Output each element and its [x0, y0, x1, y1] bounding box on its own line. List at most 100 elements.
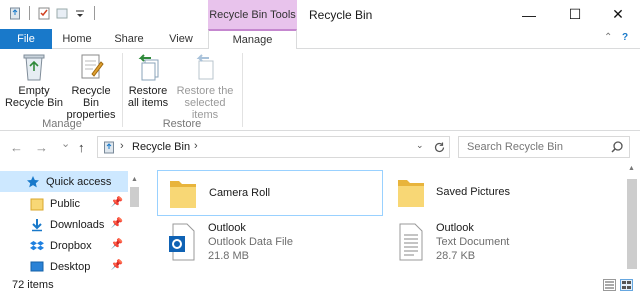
file-name: Outlook: [436, 222, 474, 234]
restore-group-label: Restore: [162, 118, 202, 130]
text-document-icon: [399, 223, 423, 261]
manage-group-label: Manage: [42, 118, 82, 130]
nav-item-public[interactable]: Public 📌: [0, 193, 128, 214]
empty-recycle-bin-label: Recycle Bin: [4, 97, 64, 109]
tab-file[interactable]: File: [0, 29, 52, 49]
pin-icon: 📌: [110, 260, 123, 271]
breadcrumb-separator[interactable]: ›: [194, 140, 198, 152]
file-details: Outlook Text Document 28.7 KB: [436, 221, 509, 263]
nav-label: Downloads: [50, 218, 105, 231]
file-type: Outlook Data File: [208, 236, 293, 248]
file-list: Camera Roll Saved Pictures Outlook Outlo…: [148, 163, 626, 276]
item-count: 72 items: [12, 279, 54, 291]
search-icon[interactable]: [610, 140, 624, 154]
large-icons-view-button[interactable]: [620, 279, 633, 291]
desktop-icon: [30, 261, 44, 271]
properties-icon: [81, 54, 104, 79]
file-item-outlook-text[interactable]: Outlook Text Document 28.7 KB: [387, 220, 613, 270]
pin-icon: 📌: [110, 197, 123, 208]
nav-label: Dropbox: [50, 239, 92, 252]
nav-label: Quick access: [46, 175, 112, 188]
maximize-button[interactable]: ☐: [553, 0, 597, 29]
outlook-file-icon: [169, 223, 195, 261]
close-button[interactable]: ✕: [596, 0, 640, 29]
file-type: Text Document: [436, 236, 510, 248]
dropbox-icon: [30, 240, 44, 250]
folder-icon: [170, 181, 196, 208]
ribbon: Empty Recycle Bin Recycle Bin properties…: [0, 49, 640, 131]
file-item-outlook-data[interactable]: Outlook Outlook Data File 21.8 MB: [157, 220, 383, 270]
quick-access-toolbar: [8, 6, 98, 20]
refresh-icon[interactable]: [433, 141, 446, 154]
minimize-icon: —: [522, 6, 536, 23]
toolbar-divider: [94, 6, 95, 20]
nav-item-dropbox[interactable]: Dropbox 📌: [0, 235, 128, 256]
file-size: 28.7 KB: [436, 250, 476, 262]
address-bar[interactable]: › Recycle Bin › ⌄: [97, 136, 450, 158]
recycle-bin-icon[interactable]: [8, 6, 22, 20]
recycle-bin-properties-button[interactable]: Recycle Bin properties: [62, 52, 120, 121]
breadcrumb-recycle-bin[interactable]: Recycle Bin: [132, 141, 190, 153]
nav-item-quick-access[interactable]: Quick access: [0, 171, 128, 192]
nav-item-downloads[interactable]: Downloads 📌: [0, 214, 128, 235]
tiles-view-icon: [622, 281, 631, 289]
scroll-up-icon[interactable]: ▲: [131, 176, 138, 183]
address-history-icon[interactable]: ⌄: [416, 140, 424, 151]
nav-item-desktop[interactable]: Desktop 📌: [0, 256, 128, 277]
recent-locations-button[interactable]: ⌄: [61, 137, 70, 150]
ribbon-tab-row: File Home Share View Manage ⌃ ?: [0, 29, 640, 50]
ribbon-group-divider: [122, 53, 123, 127]
tab-home[interactable]: Home: [52, 29, 102, 49]
content-scrollbar[interactable]: ▲: [624, 163, 640, 276]
tab-share[interactable]: Share: [104, 29, 154, 49]
nav-label: Public: [50, 197, 80, 210]
collapse-ribbon-icon[interactable]: ⌃: [604, 32, 612, 43]
status-bar: 72 items: [0, 276, 640, 295]
customize-toolbar-icon[interactable]: [73, 6, 87, 20]
back-button[interactable]: ←: [10, 140, 23, 155]
search-input[interactable]: Search Recycle Bin: [467, 141, 563, 153]
content-scroll-thumb[interactable]: [627, 179, 637, 269]
up-button[interactable]: ↑: [78, 140, 85, 155]
maximize-icon: ☐: [568, 6, 582, 22]
tab-manage[interactable]: Manage: [208, 29, 297, 50]
file-name: Camera Roll: [209, 187, 271, 199]
file-item-camera-roll[interactable]: Camera Roll: [157, 170, 383, 216]
contextual-tab-header: Recycle Bin Tools: [208, 0, 297, 29]
restore-selected-icon: [196, 54, 214, 80]
empty-recycle-bin-button[interactable]: Empty Recycle Bin: [4, 52, 64, 109]
help-icon[interactable]: ?: [622, 32, 628, 43]
pin-icon: 📌: [110, 218, 123, 229]
empty-recycle-bin-icon: [23, 54, 45, 81]
recycle-bin-icon: [104, 141, 114, 154]
search-box[interactable]: Search Recycle Bin: [458, 136, 630, 158]
nav-scrollbar[interactable]: ▲: [128, 175, 141, 276]
close-icon: ✕: [612, 6, 624, 22]
folder-icon: [30, 198, 44, 210]
restore-all-items-button[interactable]: Restore all items: [126, 52, 170, 109]
minimize-button[interactable]: —: [507, 0, 551, 29]
tab-view[interactable]: View: [156, 29, 206, 49]
restore-selected-items-button[interactable]: Restore the selected items: [172, 52, 238, 121]
details-view-icon: [605, 281, 614, 289]
ribbon-group-divider: [242, 53, 243, 127]
properties-check-icon[interactable]: [37, 6, 51, 20]
file-size: 21.8 MB: [208, 250, 249, 262]
file-name: Saved Pictures: [436, 186, 510, 198]
forward-button[interactable]: →: [35, 140, 48, 155]
download-arrow-icon: [32, 218, 42, 231]
file-item-saved-pictures[interactable]: Saved Pictures: [387, 170, 613, 216]
nav-scroll-thumb[interactable]: [130, 187, 139, 207]
pin-icon: 📌: [110, 239, 123, 250]
star-icon: [27, 175, 39, 187]
details-view-button[interactable]: [603, 279, 616, 291]
breadcrumb-separator[interactable]: ›: [120, 140, 124, 152]
new-folder-icon[interactable]: [55, 6, 69, 20]
empty-recycle-bin-label: Empty: [18, 85, 50, 97]
window-title: Recycle Bin: [309, 8, 373, 22]
nav-label: Desktop: [50, 260, 91, 273]
restore-all-label: Restore: [128, 85, 168, 97]
folder-icon: [398, 180, 424, 207]
scroll-up-icon[interactable]: ▲: [628, 165, 635, 172]
title-bar: Recycle Bin Tools Recycle Bin — ☐ ✕: [0, 0, 640, 29]
